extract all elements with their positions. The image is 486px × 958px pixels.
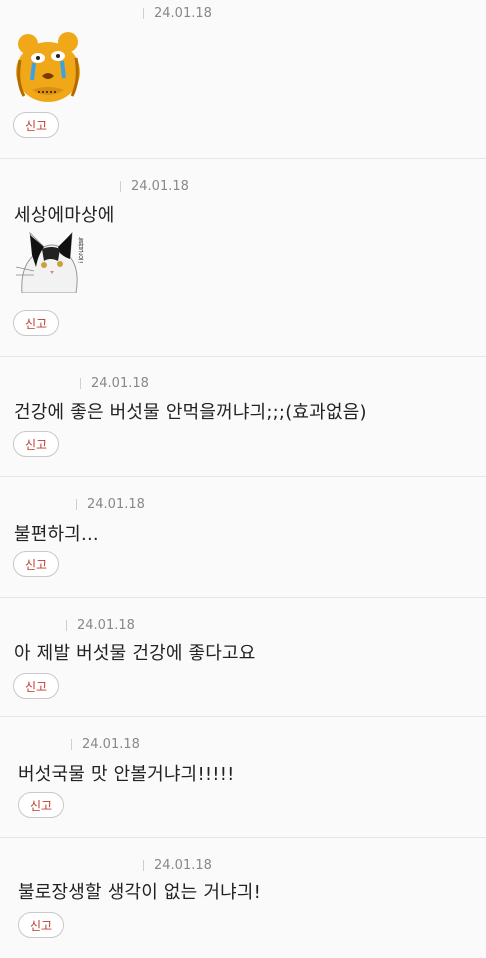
comment-meta: 24.01.18 — [71, 737, 140, 752]
comment-text: 세상에마상에 — [14, 205, 115, 226]
comment-text: 불편하긔... — [14, 524, 99, 545]
comment-date: 24.01.18 — [131, 179, 189, 194]
report-button[interactable]: 신고 — [13, 310, 59, 336]
divider — [80, 378, 81, 389]
comment-text: 건강에 좋은 버섯물 안먹을꺼냐긔;;;(효과없음) — [14, 402, 367, 423]
comment-item: 24.01.18 불편하긔... 신고 — [0, 477, 486, 598]
report-button[interactable]: 신고 — [18, 912, 64, 938]
comment-meta: 24.01.18 — [143, 858, 212, 873]
comment-date: 24.01.18 — [91, 376, 149, 391]
comment-item: 24.01.18 아 제발 버섯물 건강에 좋다고요 신고 — [0, 598, 486, 717]
comment-item: 24.01.18 건강에 좋은 버섯물 안먹을꺼냐긔;;;(효과없음) 신고 — [0, 357, 486, 477]
comment-text: 아 제발 버섯물 건강에 좋다고요 — [14, 643, 256, 664]
divider — [120, 181, 121, 192]
comment-date: 24.01.18 — [82, 737, 140, 752]
comment-date: 24.01.18 — [87, 497, 145, 512]
comment-date: 24.01.18 — [154, 6, 212, 21]
comment-text: 버섯국물 맛 안볼거냐긔!!!!! — [18, 764, 235, 785]
comment-date: 24.01.18 — [77, 618, 135, 633]
comment-meta: 24.01.18 — [66, 618, 135, 633]
comment-item: 24.01.18 불로장생할 생각이 없는 거냐긔! 신고 — [0, 838, 486, 958]
comment-meta: 24.01.18 — [80, 376, 149, 391]
report-button[interactable]: 신고 — [13, 112, 59, 138]
cat-sticker-icon: 놀랍군요! — [15, 231, 84, 293]
divider — [143, 8, 144, 19]
report-button[interactable]: 신고 — [13, 673, 59, 699]
sticker-caption: 놀랍군요! — [77, 237, 84, 263]
comment-meta: 24.01.18 — [76, 497, 145, 512]
report-button[interactable]: 신고 — [13, 551, 59, 577]
report-button[interactable]: 신고 — [18, 792, 64, 818]
divider — [71, 739, 72, 750]
divider — [143, 860, 144, 871]
divider — [66, 620, 67, 631]
comment-meta: 24.01.18 — [120, 179, 189, 194]
comment-item: 24.01.18 세상에마상에 놀랍군요! 신고 — [0, 159, 486, 357]
crying-bear-sticker-icon — [16, 32, 80, 102]
divider — [76, 499, 77, 510]
comment-meta: 24.01.18 — [143, 6, 212, 21]
comment-date: 24.01.18 — [154, 858, 212, 873]
report-button[interactable]: 신고 — [13, 431, 59, 457]
comment-text: 불로장생할 생각이 없는 거냐긔! — [18, 882, 262, 903]
comment-item: 24.01.18 신고 — [0, 0, 486, 159]
comment-item: 24.01.18 버섯국물 맛 안볼거냐긔!!!!! 신고 — [0, 717, 486, 838]
